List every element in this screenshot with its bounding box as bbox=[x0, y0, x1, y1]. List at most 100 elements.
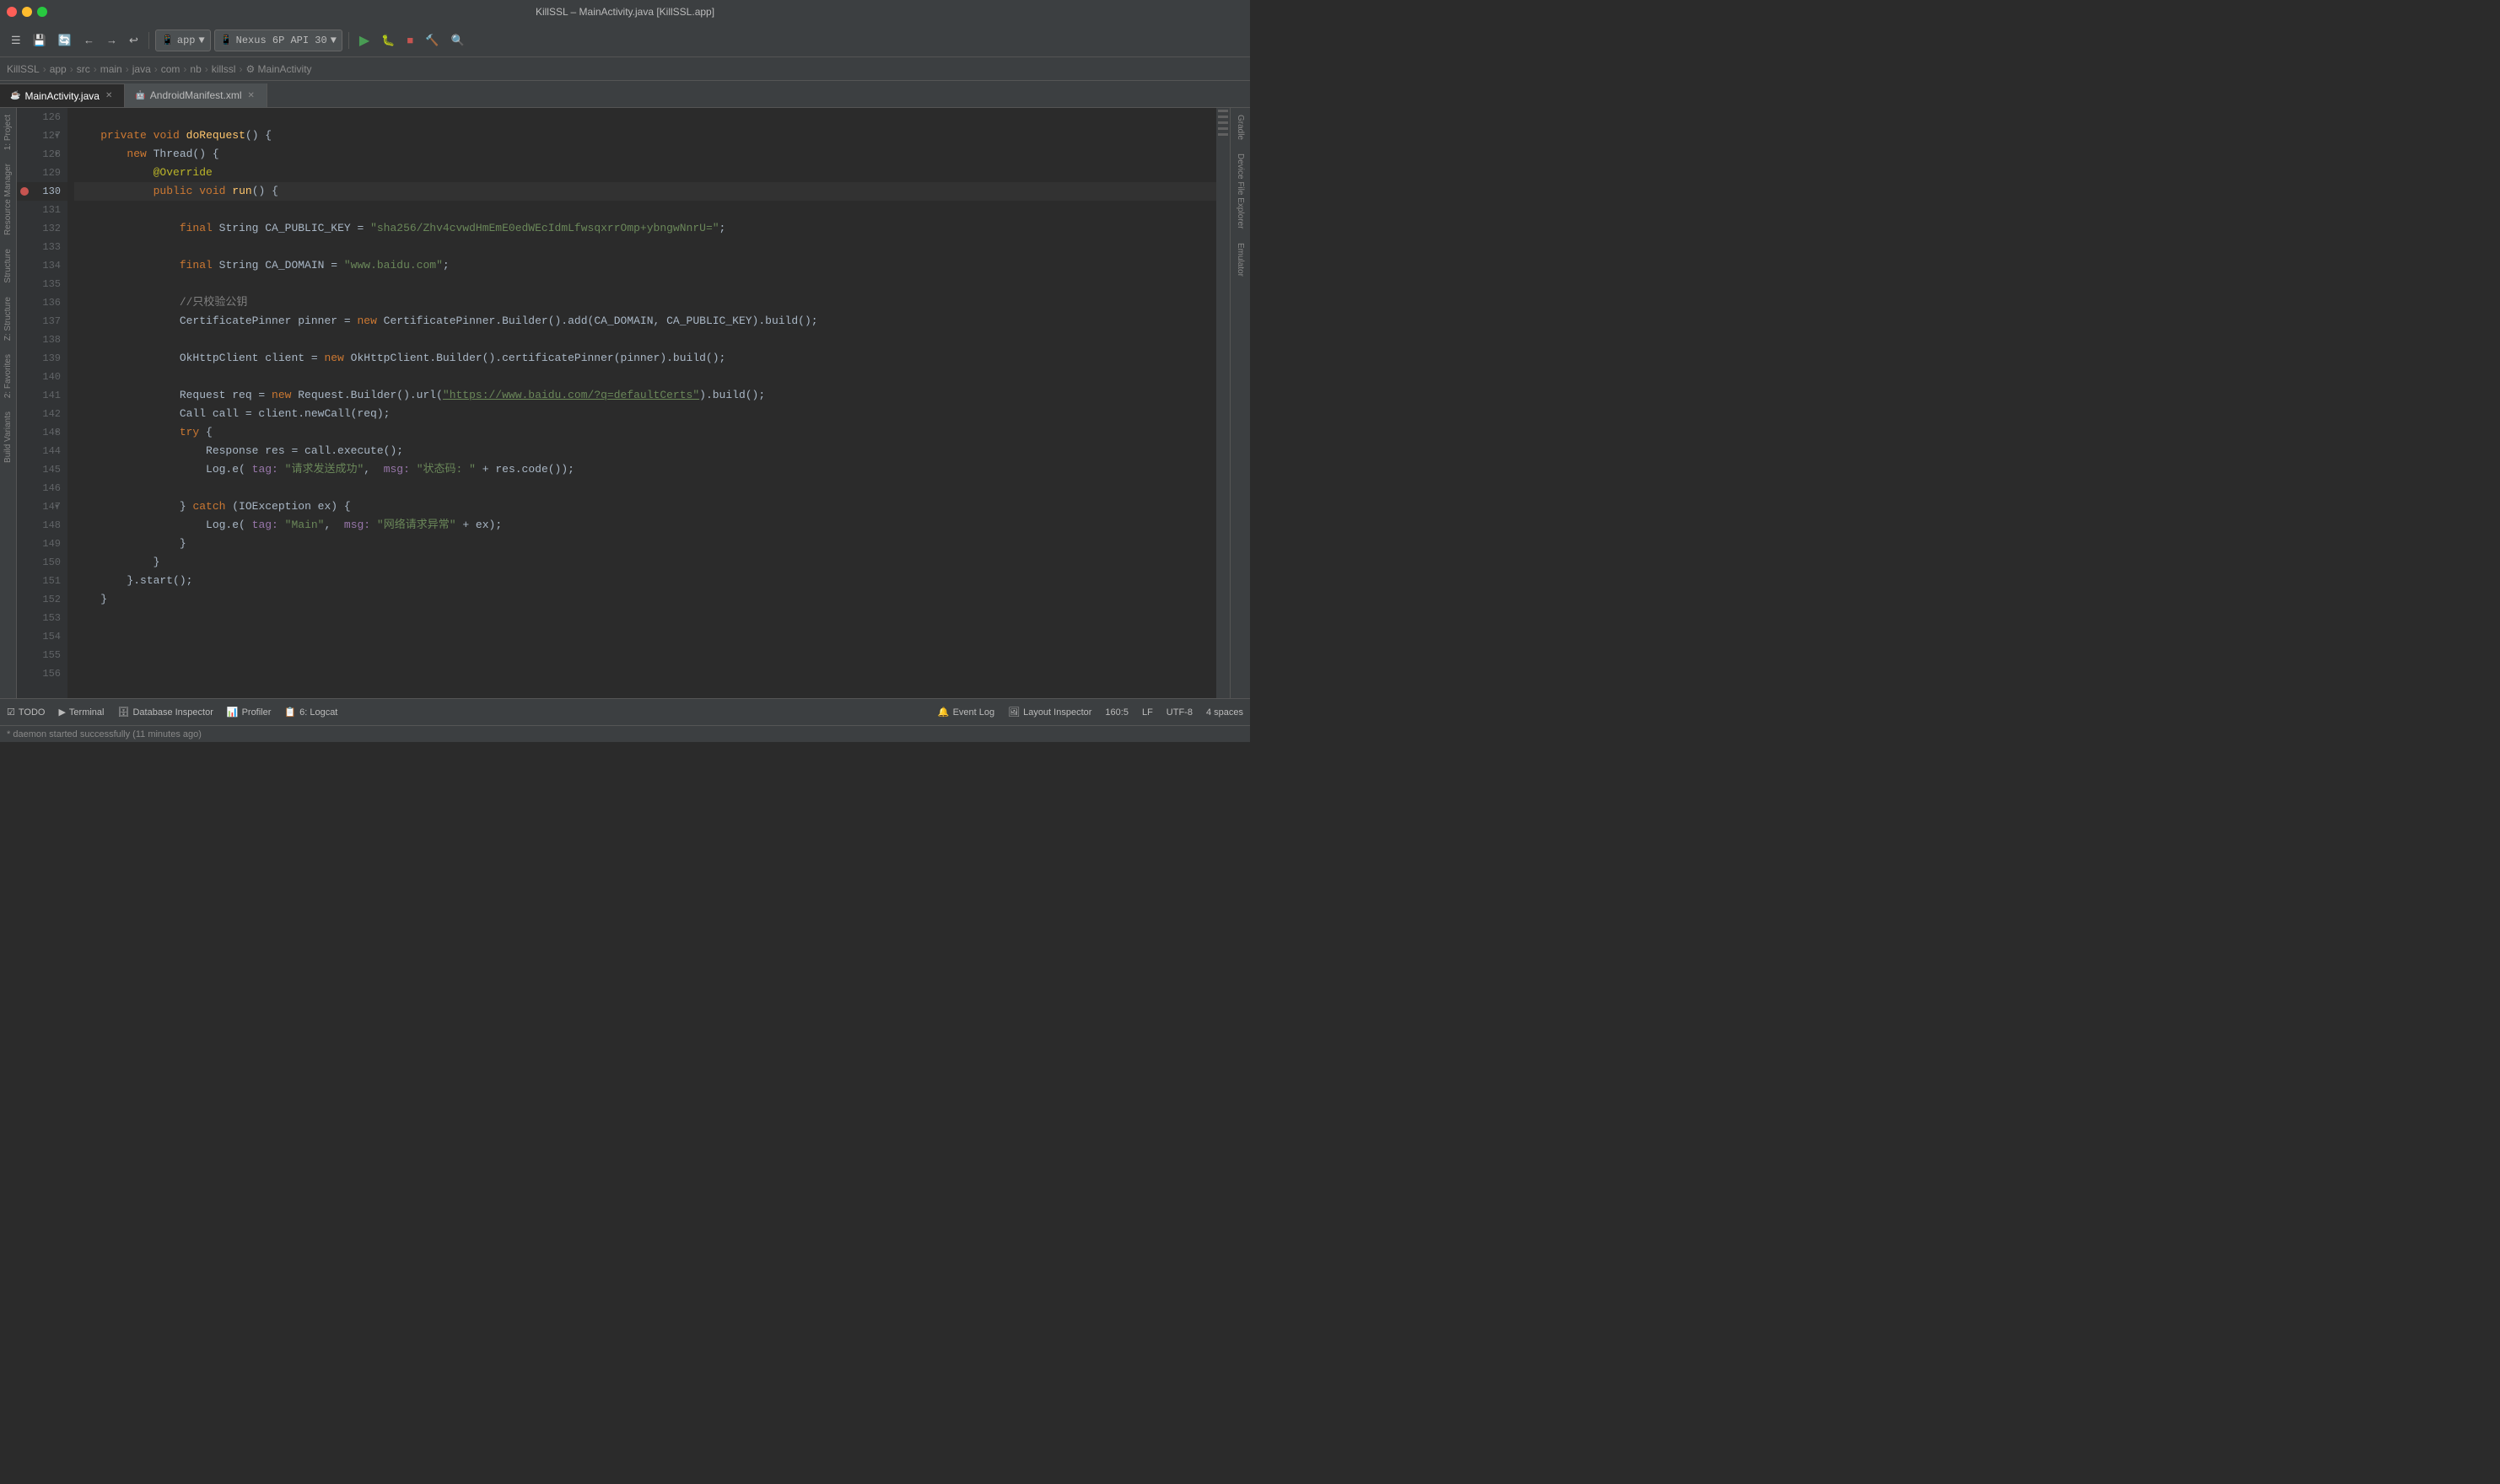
breadcrumb-src[interactable]: src bbox=[77, 63, 90, 75]
line-number-140[interactable]: 140 bbox=[17, 368, 67, 386]
app-selector[interactable]: 📱 app ▼ bbox=[155, 30, 211, 51]
toolbar-back-button[interactable]: ← bbox=[79, 31, 99, 49]
line-number-152[interactable]: 152 bbox=[17, 590, 67, 609]
line-number-138[interactable]: 138 bbox=[17, 331, 67, 349]
line-number-156[interactable]: 156 bbox=[17, 664, 67, 683]
code-line-143: try { bbox=[74, 423, 1216, 442]
profiler-icon: 📊 bbox=[227, 707, 239, 718]
line-endings[interactable]: LF bbox=[1142, 707, 1153, 718]
line-number-136[interactable]: 136 bbox=[17, 293, 67, 312]
tab-mainactivity[interactable]: ☕ MainActivity.java ✕ bbox=[0, 83, 125, 107]
line-number-146[interactable]: 146 bbox=[17, 479, 67, 497]
toolbar-forward-button[interactable]: → bbox=[102, 31, 121, 49]
status-logcat[interactable]: 📋 6: Logcat bbox=[284, 707, 337, 718]
far-sidebar-gradle[interactable]: Gradle bbox=[1234, 108, 1247, 147]
breadcrumb-java[interactable]: java bbox=[132, 63, 151, 75]
status-layout-inspector[interactable]: 🖼 Layout Inspector bbox=[1008, 707, 1091, 718]
status-terminal[interactable]: ▶ Terminal bbox=[58, 707, 104, 718]
line-number-143[interactable]: 143▾ bbox=[17, 423, 67, 442]
breadcrumb-main[interactable]: main bbox=[100, 63, 122, 75]
device-selector[interactable]: 📱 Nexus 6P API 30 ▼ bbox=[214, 30, 342, 51]
line-number-153[interactable]: 153 bbox=[17, 609, 67, 627]
fold-arrow-128[interactable]: ▾ bbox=[54, 149, 59, 159]
indent[interactable]: 4 spaces bbox=[1206, 707, 1243, 718]
line-number-126[interactable]: 126 bbox=[17, 108, 67, 126]
fold-arrow-143[interactable]: ▾ bbox=[54, 427, 59, 438]
line-number-133[interactable]: 133 bbox=[17, 238, 67, 256]
stop-button[interactable]: ■ bbox=[402, 31, 418, 49]
line-number-134[interactable]: 134 bbox=[17, 256, 67, 275]
line-number-132[interactable]: 132 bbox=[17, 219, 67, 238]
line-number-127[interactable]: 127▾ bbox=[17, 126, 67, 145]
line-number-151[interactable]: 151 bbox=[17, 572, 67, 590]
sidebar-item-favorites[interactable]: 2: Favorites bbox=[2, 347, 14, 405]
status-event-log[interactable]: 🔔 Event Log bbox=[938, 707, 994, 718]
search-button[interactable]: 🔍 bbox=[446, 31, 468, 50]
tab-mainactivity-close[interactable]: ✕ bbox=[104, 90, 114, 101]
line-number-129[interactable]: 129 bbox=[17, 164, 67, 182]
sidebar-item-z-structure[interactable]: Z: Structure bbox=[2, 290, 14, 347]
fold-arrow-130[interactable]: ▾ bbox=[54, 186, 59, 196]
line-number-139[interactable]: 139 bbox=[17, 349, 67, 368]
status-database-inspector[interactable]: 🗄 Database Inspector bbox=[118, 707, 213, 718]
status-bar: ☑ TODO ▶ Terminal 🗄 Database Inspector 📊… bbox=[0, 698, 1250, 725]
code-line-149: } bbox=[74, 535, 1216, 553]
toolbar-save-button[interactable]: 💾 bbox=[29, 31, 51, 50]
breadcrumb-killssl2[interactable]: killssl bbox=[212, 63, 236, 75]
line-number-150[interactable]: 150 bbox=[17, 553, 67, 572]
toolbar-undo-button[interactable]: ↩ bbox=[125, 31, 143, 50]
tab-androidmanifest-close[interactable]: ✕ bbox=[246, 90, 256, 101]
breadcrumb-killssl[interactable]: KillSSL bbox=[7, 63, 40, 75]
line-number-154[interactable]: 154 bbox=[17, 627, 67, 646]
cursor-position[interactable]: 160:5 bbox=[1105, 707, 1129, 718]
line-number-144[interactable]: 144 bbox=[17, 442, 67, 460]
run-button[interactable]: ▶ bbox=[355, 30, 374, 51]
breadcrumb-app[interactable]: app bbox=[50, 63, 67, 75]
sidebar-item-structure[interactable]: Structure bbox=[2, 242, 14, 290]
code-line-131 bbox=[74, 201, 1216, 219]
breadcrumb-nb[interactable]: nb bbox=[190, 63, 201, 75]
code-line-145: Log.e( tag: "请求发送成功", msg: "状态码: " + res… bbox=[74, 460, 1216, 479]
debug-button[interactable]: 🐛 bbox=[377, 31, 399, 50]
line-number-145[interactable]: 145 bbox=[17, 460, 67, 479]
line-number-155[interactable]: 155 bbox=[17, 646, 67, 664]
fold-arrow-147[interactable]: ▾ bbox=[54, 502, 59, 512]
window-controls[interactable] bbox=[7, 7, 47, 17]
line-number-142[interactable]: 142 bbox=[17, 405, 67, 423]
maximize-button[interactable] bbox=[37, 7, 47, 17]
far-sidebar-emulator[interactable]: Emulator bbox=[1234, 236, 1247, 283]
status-profiler[interactable]: 📊 Profiler bbox=[227, 707, 272, 718]
minimize-button[interactable] bbox=[22, 7, 32, 17]
line-number-141[interactable]: 141 bbox=[17, 386, 67, 405]
breadcrumb-mainactivity[interactable]: ⚙ MainActivity bbox=[245, 63, 311, 75]
line-number-137[interactable]: 137 bbox=[17, 312, 67, 331]
line-number-147[interactable]: 147▾ bbox=[17, 497, 67, 516]
line-number-148[interactable]: 148 bbox=[17, 516, 67, 535]
code-line-140 bbox=[74, 368, 1216, 386]
line-number-131[interactable]: 131 bbox=[17, 201, 67, 219]
code-line-148: Log.e( tag: "Main", msg: "网络请求异常" + ex); bbox=[74, 516, 1216, 535]
tab-androidmanifest[interactable]: 🤖 AndroidManifest.xml ✕ bbox=[125, 83, 267, 107]
breadcrumb-com[interactable]: com bbox=[161, 63, 180, 75]
line-number-149[interactable]: 149 bbox=[17, 535, 67, 553]
left-sidebar: 1: Project Resource Manager Structure Z:… bbox=[0, 108, 17, 698]
fold-arrow-127[interactable]: ▾ bbox=[54, 131, 59, 141]
line-number-128[interactable]: 128▾ bbox=[17, 145, 67, 164]
line-number-135[interactable]: 135 bbox=[17, 275, 67, 293]
code-content[interactable]: private void doRequest() { new Thread() … bbox=[67, 108, 1216, 698]
far-sidebar-device-file-explorer[interactable]: Device File Explorer bbox=[1234, 147, 1247, 235]
sidebar-item-project[interactable]: 1: Project bbox=[2, 108, 14, 157]
build-button[interactable]: 🔨 bbox=[421, 31, 443, 50]
scroll-panel[interactable] bbox=[1216, 108, 1230, 698]
toolbar-sync-button[interactable]: 🔄 bbox=[54, 31, 76, 50]
sidebar-item-resource-manager[interactable]: Resource Manager bbox=[2, 157, 14, 242]
code-line-147: } catch (IOException ex) { bbox=[74, 497, 1216, 516]
encoding[interactable]: UTF-8 bbox=[1166, 707, 1193, 718]
line-number-130[interactable]: 130▾ bbox=[17, 182, 67, 201]
status-todo[interactable]: ☑ TODO bbox=[7, 707, 45, 718]
close-button[interactable] bbox=[7, 7, 17, 17]
window-title: KillSSL – MainActivity.java [KillSSL.app… bbox=[536, 6, 714, 18]
sidebar-item-build-variants[interactable]: Build Variants bbox=[2, 405, 14, 470]
code-line-154 bbox=[74, 627, 1216, 646]
toolbar-menu-button[interactable]: ☰ bbox=[7, 31, 25, 50]
